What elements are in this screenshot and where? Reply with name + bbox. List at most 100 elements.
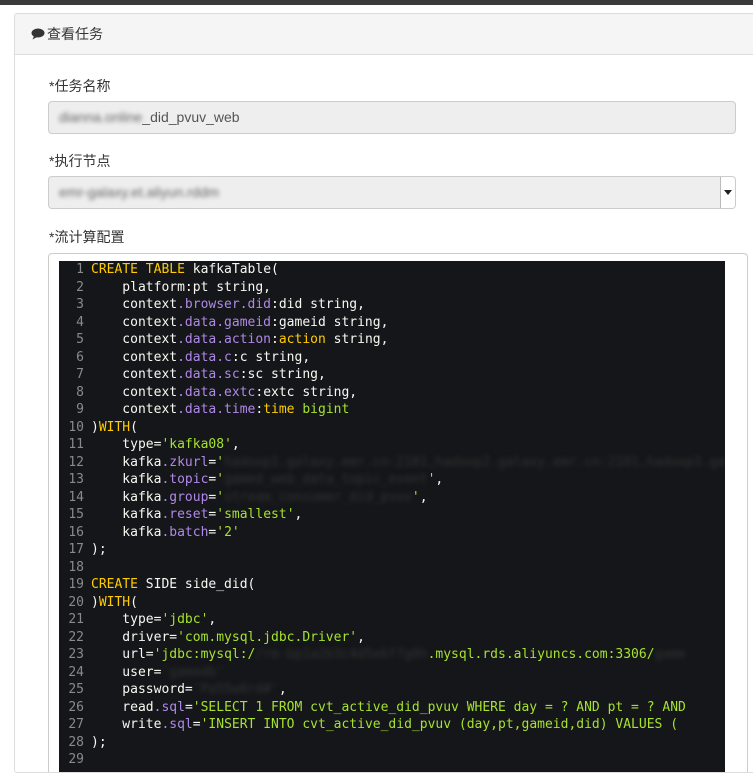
code-text: ); xyxy=(91,541,107,559)
code-text: platform:pt string, xyxy=(91,279,271,297)
code-token: :c string, xyxy=(231,349,311,365)
line-number: 21 xyxy=(68,612,84,627)
line-number: 22 xyxy=(68,629,84,645)
code-text: read.sql='SELECT 1 FROM cvt_active_did_p… xyxy=(91,699,686,717)
code-token: :gameid string, xyxy=(271,314,389,330)
code-token: , xyxy=(435,472,444,487)
code-token: bigint xyxy=(302,402,350,417)
code-line: 14 kafka.group='stream_consumer_did_pvuv… xyxy=(59,489,725,507)
code-text: type='jdbc', xyxy=(91,611,216,629)
obscured-token: hadoop1.galaxy.emr.cn:2181,hadoop2.galax… xyxy=(224,454,725,470)
code-token: = xyxy=(184,699,193,715)
line-number: 26 xyxy=(68,699,84,715)
code-line: 11 type='kafka08', xyxy=(59,436,725,454)
line-number: 28 xyxy=(68,734,84,750)
code-token: context xyxy=(91,314,178,330)
code-text: write.sql='INSERT INTO cvt_active_did_pv… xyxy=(91,716,678,734)
code-token: : xyxy=(271,332,279,347)
line-number: 20 xyxy=(68,594,84,610)
line-number: 16 xyxy=(68,524,84,540)
code-token: .data.sc xyxy=(177,367,240,382)
line-number: 23 xyxy=(68,647,84,662)
exec-node-select[interactable]: emr-galaxy.et.aliyun.rddm xyxy=(48,176,736,209)
panel-heading: 查看任务 xyxy=(15,14,753,55)
code-text: user='gamedb' xyxy=(91,664,224,682)
code-line: 17); xyxy=(59,541,725,559)
top-bar xyxy=(0,0,753,5)
code-text: kafka.group='stream_consumer_did_pvuv', xyxy=(91,489,428,507)
code-token: 'INSERT INTO cvt_active_did_pvuv (day,pt… xyxy=(200,717,679,732)
comment-icon xyxy=(31,28,45,40)
code-text: context.data.sc:sc string, xyxy=(91,366,326,384)
code-line: 3 context.browser.did:did string, xyxy=(59,296,725,314)
code-text: password='Pa55w0rd#', xyxy=(91,681,286,699)
code-token: kafka xyxy=(91,454,162,470)
code-line: 9 context.data.time:time bigint xyxy=(59,401,725,419)
stream-config-editor[interactable]: 1 CREATE TABLE kafkaTable(2 platform:pt s… xyxy=(48,253,748,772)
line-number: 17 xyxy=(68,542,84,557)
code-token: ' xyxy=(411,489,420,505)
panel-title: 查看任务 xyxy=(47,26,103,42)
line-number: 11 xyxy=(68,437,84,452)
code-token: , xyxy=(357,629,365,645)
line-number: 15 xyxy=(68,507,84,522)
code-token: :extc string, xyxy=(255,384,358,400)
code-token: driver= xyxy=(91,629,178,645)
code-token: type= xyxy=(91,612,162,627)
code-token: .data.time xyxy=(177,402,256,417)
code-line: 7 context.data.sc:sc string, xyxy=(59,366,725,384)
code-line: 21 type='jdbc', xyxy=(59,611,725,629)
code-token: url= xyxy=(91,647,154,662)
code-token: , xyxy=(208,612,217,627)
code-token: action xyxy=(278,332,326,347)
obscured-token: 'Pa55w0rd#' xyxy=(192,682,279,697)
line-number: 24 xyxy=(68,664,84,680)
code-token: context xyxy=(91,402,178,417)
code-token: ) xyxy=(91,419,99,435)
chevron-down-icon[interactable] xyxy=(720,177,735,208)
code-token: .reset xyxy=(161,507,209,522)
code-line: 15 kafka.reset='smallest', xyxy=(59,506,725,524)
code-line: 18 xyxy=(59,559,725,577)
line-number: 4 xyxy=(76,314,84,330)
code-token: .data.gameid xyxy=(177,314,272,330)
code-token: .zkurl xyxy=(161,454,209,470)
code-token: 'kafka08' xyxy=(161,437,232,452)
code-token: .data.extc xyxy=(177,384,256,400)
code-token: context xyxy=(91,384,178,400)
task-name-label: *任务名称 xyxy=(49,78,111,94)
obscured-token: stream_consumer_did_pvuv xyxy=(224,489,412,505)
line-number: 10 xyxy=(68,419,84,435)
code-line: 19 CREATE SIDE side_did( xyxy=(59,576,725,594)
code-token: ' xyxy=(216,472,225,487)
code-text: url='jdbc:mysql://rm-bp1a2b3c4d5e6f7g8h.… xyxy=(91,646,686,664)
code-token: ) xyxy=(91,594,99,610)
code-token: ' xyxy=(216,489,225,505)
line-number: 29 xyxy=(68,752,84,767)
code-token: context xyxy=(91,297,178,312)
code-token: , xyxy=(294,507,303,522)
code-token: , xyxy=(231,437,240,452)
task-name-obscured: dianna.online xyxy=(59,109,143,125)
line-number: 5 xyxy=(76,332,84,347)
code-line: 1 CREATE TABLE kafkaTable( xyxy=(59,261,725,279)
code-token: string, xyxy=(325,332,389,347)
code-text: context.data.time:time bigint xyxy=(91,401,349,419)
code-token: write xyxy=(91,717,162,732)
code-line: 25 password='Pa55w0rd#', xyxy=(59,681,725,699)
code-token: , xyxy=(419,489,428,505)
line-number: 19 xyxy=(68,577,84,592)
stream-config-label: *流计算配置 xyxy=(49,229,125,245)
obscured-token: game xyxy=(654,647,686,662)
line-number: 3 xyxy=(76,297,84,312)
code-token: platform:pt string, xyxy=(91,279,272,295)
code-area[interactable]: 1 CREATE TABLE kafkaTable(2 platform:pt s… xyxy=(59,261,725,772)
line-number: 9 xyxy=(76,402,84,417)
exec-node-value: emr-galaxy.et.aliyun.rddm xyxy=(59,184,220,200)
task-name-field[interactable]: dianna.online_did_pvuv_web xyxy=(48,101,736,134)
code-text: )WITH( xyxy=(91,419,138,437)
code-text: kafka.batch='2' xyxy=(91,524,239,542)
code-line: 6 context.data.c:c string, xyxy=(59,349,725,367)
code-token: .batch xyxy=(161,524,209,540)
obscured-token: gamed_web_data_topic_event xyxy=(224,472,428,487)
